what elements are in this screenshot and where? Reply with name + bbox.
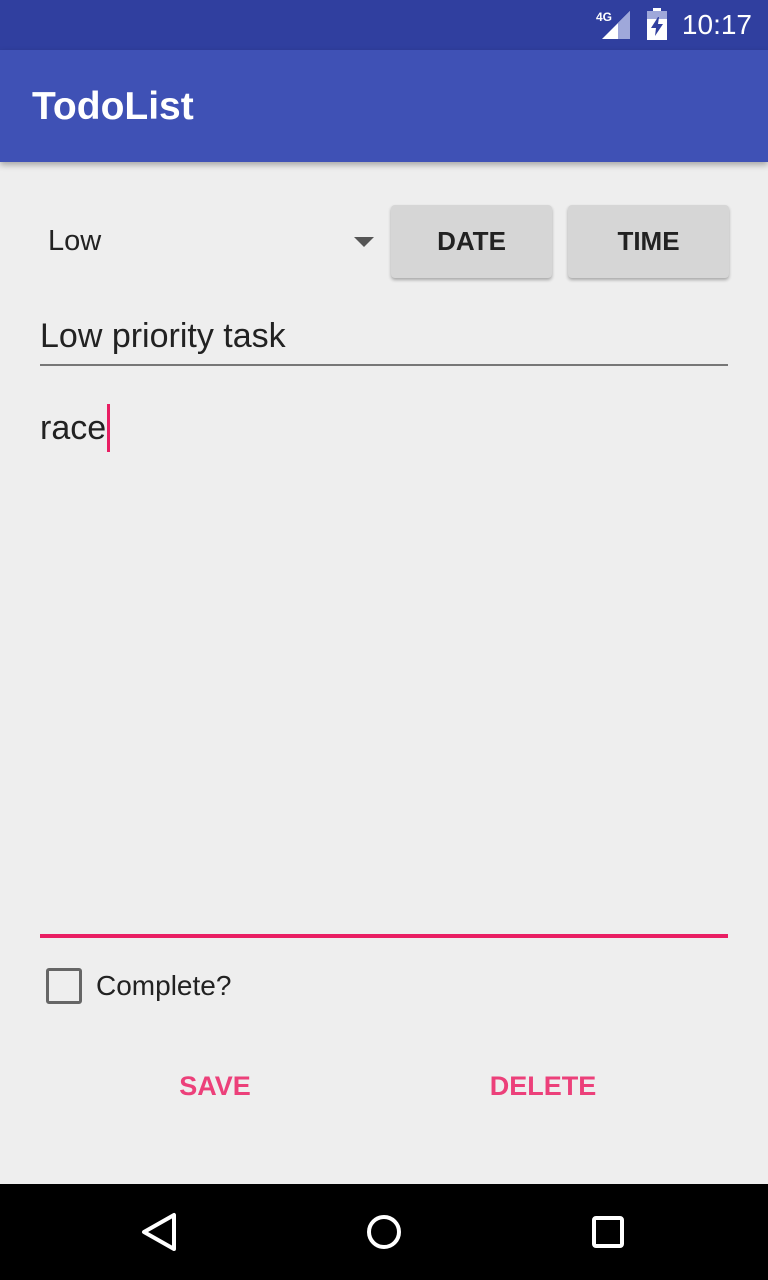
app-bar: TodoList <box>0 50 768 162</box>
recents-icon[interactable] <box>578 1202 638 1262</box>
back-icon[interactable] <box>130 1202 190 1262</box>
priority-selected-value: Low <box>48 225 102 257</box>
priority-spinner[interactable]: Low <box>40 208 380 278</box>
home-icon[interactable] <box>354 1202 414 1262</box>
signal-icon: 4G <box>596 10 630 39</box>
description-field[interactable]: race <box>40 398 728 938</box>
network-type-label: 4G <box>596 10 612 24</box>
delete-button[interactable]: DELETE <box>470 1058 616 1114</box>
save-button[interactable]: SAVE <box>140 1058 290 1114</box>
date-button[interactable]: DATE <box>391 205 552 278</box>
text-cursor <box>107 404 111 452</box>
title-field[interactable]: Low priority task <box>40 308 728 366</box>
app-title: TodoList <box>32 85 194 128</box>
status-bar: 4G 10:17 <box>0 0 768 50</box>
title-field-value: Low priority task <box>40 317 286 355</box>
battery-charging-icon <box>647 8 667 40</box>
navigation-bar <box>0 1184 768 1280</box>
complete-checkbox-label[interactable]: Complete? <box>96 968 231 1004</box>
dropdown-arrow-icon <box>354 237 374 247</box>
status-time: 10:17 <box>681 9 752 40</box>
time-button[interactable]: TIME <box>568 205 729 278</box>
description-field-value: race <box>40 404 111 454</box>
complete-checkbox-row[interactable]: Complete? <box>46 966 346 1006</box>
complete-checkbox[interactable] <box>46 968 82 1004</box>
